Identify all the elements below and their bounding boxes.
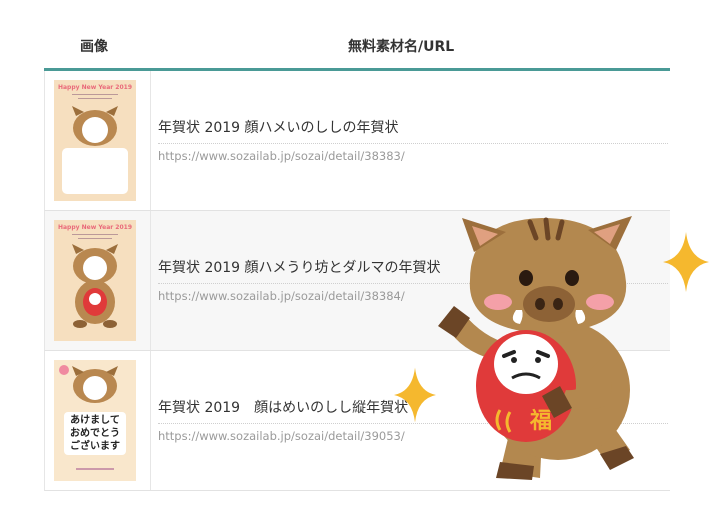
material-url-link[interactable]: https://www.sozailab.jp/sozai/detail/383…	[158, 149, 405, 163]
thumbnail-image[interactable]: あけまして おめでとう ございます	[54, 360, 136, 481]
thumbnail-image[interactable]: Happy New Year 2019	[54, 220, 136, 341]
table-header: 画像 無料素材名/URL	[44, 24, 670, 71]
thumbnail-cell: あけまして おめでとう ございます	[45, 351, 151, 490]
material-url-link[interactable]: https://www.sozailab.jp/sozai/detail/383…	[158, 289, 405, 303]
thumbnail-greeting: あけまして おめでとう ございます	[64, 412, 126, 455]
material-title-link[interactable]: 年賀状 2019 顔はめいのしし縦年賀状	[158, 397, 408, 417]
boar-thumbnail-art	[62, 106, 128, 194]
thumbnail-cell: Happy New Year 2019	[45, 211, 151, 350]
thumbnail-cell: Happy New Year 2019	[45, 71, 151, 210]
material-title-link[interactable]: 年賀状 2019 顔ハメいのししの年賀状	[158, 117, 399, 137]
daruma-fuku-text: 福	[529, 409, 552, 434]
table-row: Happy New Year 2019 年賀状 2019 顔ハメいのししの年賀状…	[44, 71, 670, 211]
header-image: 画像	[80, 39, 108, 55]
name-cell: 年賀状 2019 顔ハメいのししの年賀状 https://www.sozaila…	[158, 71, 668, 210]
row-divider	[158, 143, 668, 144]
material-title-link[interactable]: 年賀状 2019 顔ハメうり坊とダルマの年賀状	[158, 257, 441, 277]
material-url-link[interactable]: https://www.sozailab.jp/sozai/detail/390…	[158, 429, 405, 443]
sparkle-icon	[663, 232, 709, 292]
thumbnail-image[interactable]: Happy New Year 2019	[54, 80, 136, 201]
header-name-url: 無料素材名/URL	[348, 39, 455, 55]
boar-mascot-illustration: 福	[438, 216, 634, 480]
boar-daruma-thumbnail-art	[72, 244, 118, 328]
